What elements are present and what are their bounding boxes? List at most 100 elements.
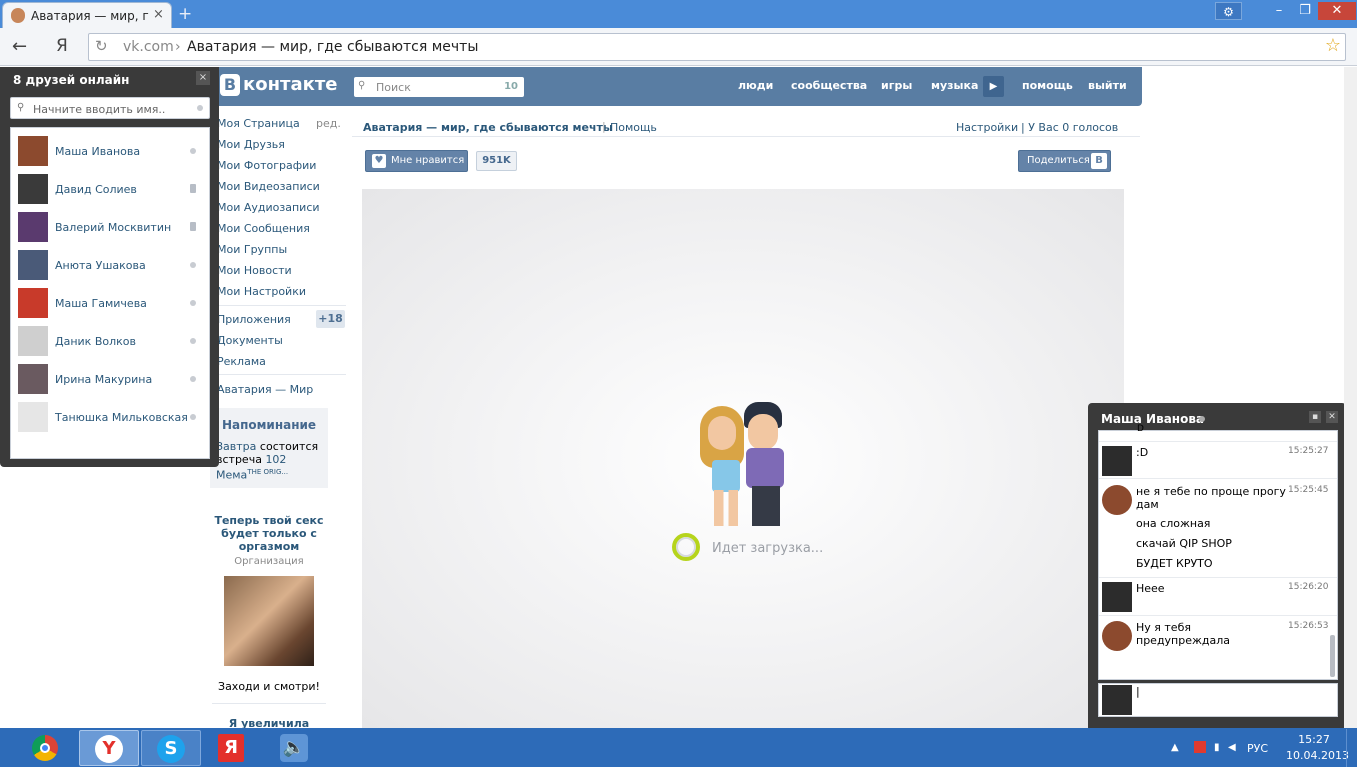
share-label: Поделиться [1027, 155, 1090, 166]
friend-name[interactable]: Анюта Ушакова [55, 259, 146, 272]
tab-close-icon[interactable]: × [153, 7, 164, 22]
friend-name[interactable]: Валерий Москвитин [55, 221, 171, 234]
like-count[interactable]: 951K [476, 151, 517, 171]
chat-avatar[interactable] [1102, 621, 1132, 651]
nav-help[interactable]: помощь [1022, 79, 1073, 92]
friend-name[interactable]: Ирина Макурина [55, 373, 152, 386]
menu-apps[interactable]: Приложения [217, 313, 291, 326]
network-icon[interactable]: ▮ [1214, 742, 1220, 753]
menu-my-news[interactable]: Мои Новости [217, 264, 292, 277]
menu-ads[interactable]: Реклама [217, 355, 266, 368]
loading-text: Идет загрузка... [712, 541, 824, 556]
app-help-link[interactable]: Помощь [610, 121, 657, 134]
action-center-flag-icon[interactable] [1194, 741, 1206, 753]
menu-my-photos[interactable]: Мои Фотографии [217, 159, 316, 172]
new-tab-button[interactable]: + [178, 4, 192, 24]
nav-people[interactable]: люди [738, 79, 773, 92]
chat-avatar[interactable] [1102, 485, 1132, 515]
chat-title[interactable]: Маша Иванова [1101, 412, 1204, 426]
clock-time[interactable]: 15:27 [1290, 733, 1338, 746]
app-settings-link[interactable]: Настройки [956, 121, 1018, 134]
nav-music[interactable]: музыка [931, 79, 978, 92]
mobile-icon [190, 184, 196, 193]
menu-edit-link[interactable]: ред. [316, 117, 341, 130]
volume-icon[interactable]: ◀ [1228, 742, 1236, 753]
friend-avatar[interactable] [18, 212, 48, 242]
friend-name[interactable]: Давид Солиев [55, 183, 137, 196]
friend-avatar[interactable] [18, 326, 48, 356]
yandex-button-icon[interactable]: Я [56, 36, 68, 56]
friend-avatar[interactable] [18, 364, 48, 394]
music-play-icon[interactable]: ▶ [983, 76, 1004, 97]
friend-avatar[interactable] [18, 136, 48, 166]
menu-my-page[interactable]: Моя Страница [217, 117, 300, 130]
sound-icon[interactable]: 🔈 [265, 730, 325, 766]
app-title[interactable]: Аватария — мир, где сбываются мечты [363, 121, 613, 134]
menu-app-avataria[interactable]: Аватария — Мир [217, 383, 313, 396]
settings-gear-icon[interactable]: ⚙ [1215, 2, 1242, 20]
girl-character-face [708, 416, 736, 450]
friend-avatar[interactable] [18, 174, 48, 204]
bookmark-star-icon[interactable]: ☆ [1325, 35, 1341, 56]
friend-avatar[interactable] [18, 288, 48, 318]
reminder-event-suffix: THE ORIG... [247, 468, 289, 476]
nav-logout[interactable]: выйти [1088, 79, 1127, 92]
chrome-icon[interactable] [16, 730, 76, 766]
back-arrow-icon[interactable]: ← [12, 36, 27, 57]
address-bar[interactable]: ↻ vk.com › Аватария — мир, где сбываются… [88, 33, 1346, 61]
app-votes[interactable]: | У Вас 0 голосов [1021, 121, 1118, 134]
menu-my-settings[interactable]: Мои Настройки [217, 285, 306, 298]
online-dot-icon [190, 338, 196, 344]
chat-close-icon[interactable]: ✕ [1326, 411, 1338, 423]
menu-my-videos[interactable]: Мои Видеозаписи [217, 180, 320, 193]
chat-avatar[interactable] [1102, 446, 1132, 476]
tray-arrow-icon[interactable]: ▲ [1171, 742, 1179, 753]
yandex-browser-icon[interactable]: Y [79, 730, 139, 766]
friend-name[interactable]: Маша Иванова [55, 145, 140, 158]
vk-logo[interactable]: Вконтакте [220, 74, 337, 98]
chat-avatar[interactable] [1102, 582, 1132, 612]
chat-input[interactable] [1098, 683, 1338, 717]
online-dot-icon [190, 376, 196, 382]
menu-my-friends[interactable]: Мои Друзья [217, 138, 285, 151]
chat-scrollbar[interactable] [1330, 635, 1335, 677]
ad-image[interactable] [224, 576, 314, 666]
ad-caption[interactable]: Заходи и смотри! [212, 680, 326, 693]
browser-titlebar [0, 0, 1357, 28]
menu-my-audio[interactable]: Мои Аудиозаписи [217, 201, 320, 214]
friend-avatar[interactable] [18, 402, 48, 432]
chat-divider [1099, 441, 1337, 442]
friends-search-input[interactable]: ⚲ Начните вводить имя.. [10, 97, 210, 119]
friend-name[interactable]: Танюшка Мильковская [55, 411, 188, 424]
friend-name[interactable]: Маша Гамичева [55, 297, 147, 310]
reload-icon[interactable]: ↻ [95, 37, 108, 55]
vk-search-input[interactable]: ⚲ Поиск 10 [354, 77, 524, 97]
show-desktop-button[interactable] [1346, 729, 1357, 767]
language-indicator[interactable]: РУС [1247, 742, 1268, 755]
friend-name[interactable]: Даник Волков [55, 335, 136, 348]
menu-my-messages[interactable]: Мои Сообщения [217, 222, 310, 235]
apps-count-badge[interactable]: +18 [316, 310, 345, 328]
chat-message: она сложная [1136, 517, 1211, 530]
chat-cut-message: D [1137, 424, 1144, 434]
friend-avatar[interactable] [18, 250, 48, 280]
reminder-date-link[interactable]: Завтра [216, 440, 256, 453]
like-button[interactable]: ♥ Мне нравится [365, 150, 468, 172]
yandex-icon[interactable]: Я [203, 730, 263, 766]
chat-minimize-icon[interactable]: ▪ [1309, 411, 1321, 423]
share-button[interactable]: Поделиться В [1018, 150, 1111, 172]
browser-tab[interactable]: Аватария — мир, где × [2, 2, 172, 28]
page-scrollbar[interactable] [1344, 67, 1357, 728]
maximize-button[interactable]: ❐ [1292, 2, 1318, 20]
menu-documents[interactable]: Документы [217, 334, 283, 347]
nav-games[interactable]: игры [881, 79, 912, 92]
skype-icon[interactable]: S [141, 730, 201, 766]
friends-panel-close-icon[interactable]: × [196, 71, 210, 85]
close-window-button[interactable]: ✕ [1318, 2, 1356, 20]
minimize-button[interactable]: – [1266, 2, 1292, 20]
menu-my-groups[interactable]: Мои Группы [217, 243, 287, 256]
ad-title[interactable]: Теперь твой секс будет только с оргазмом [212, 514, 326, 553]
clock-date[interactable]: 10.04.2013 [1286, 749, 1349, 762]
chat-message: :D [1136, 446, 1149, 459]
nav-communities[interactable]: сообщества [791, 79, 867, 92]
